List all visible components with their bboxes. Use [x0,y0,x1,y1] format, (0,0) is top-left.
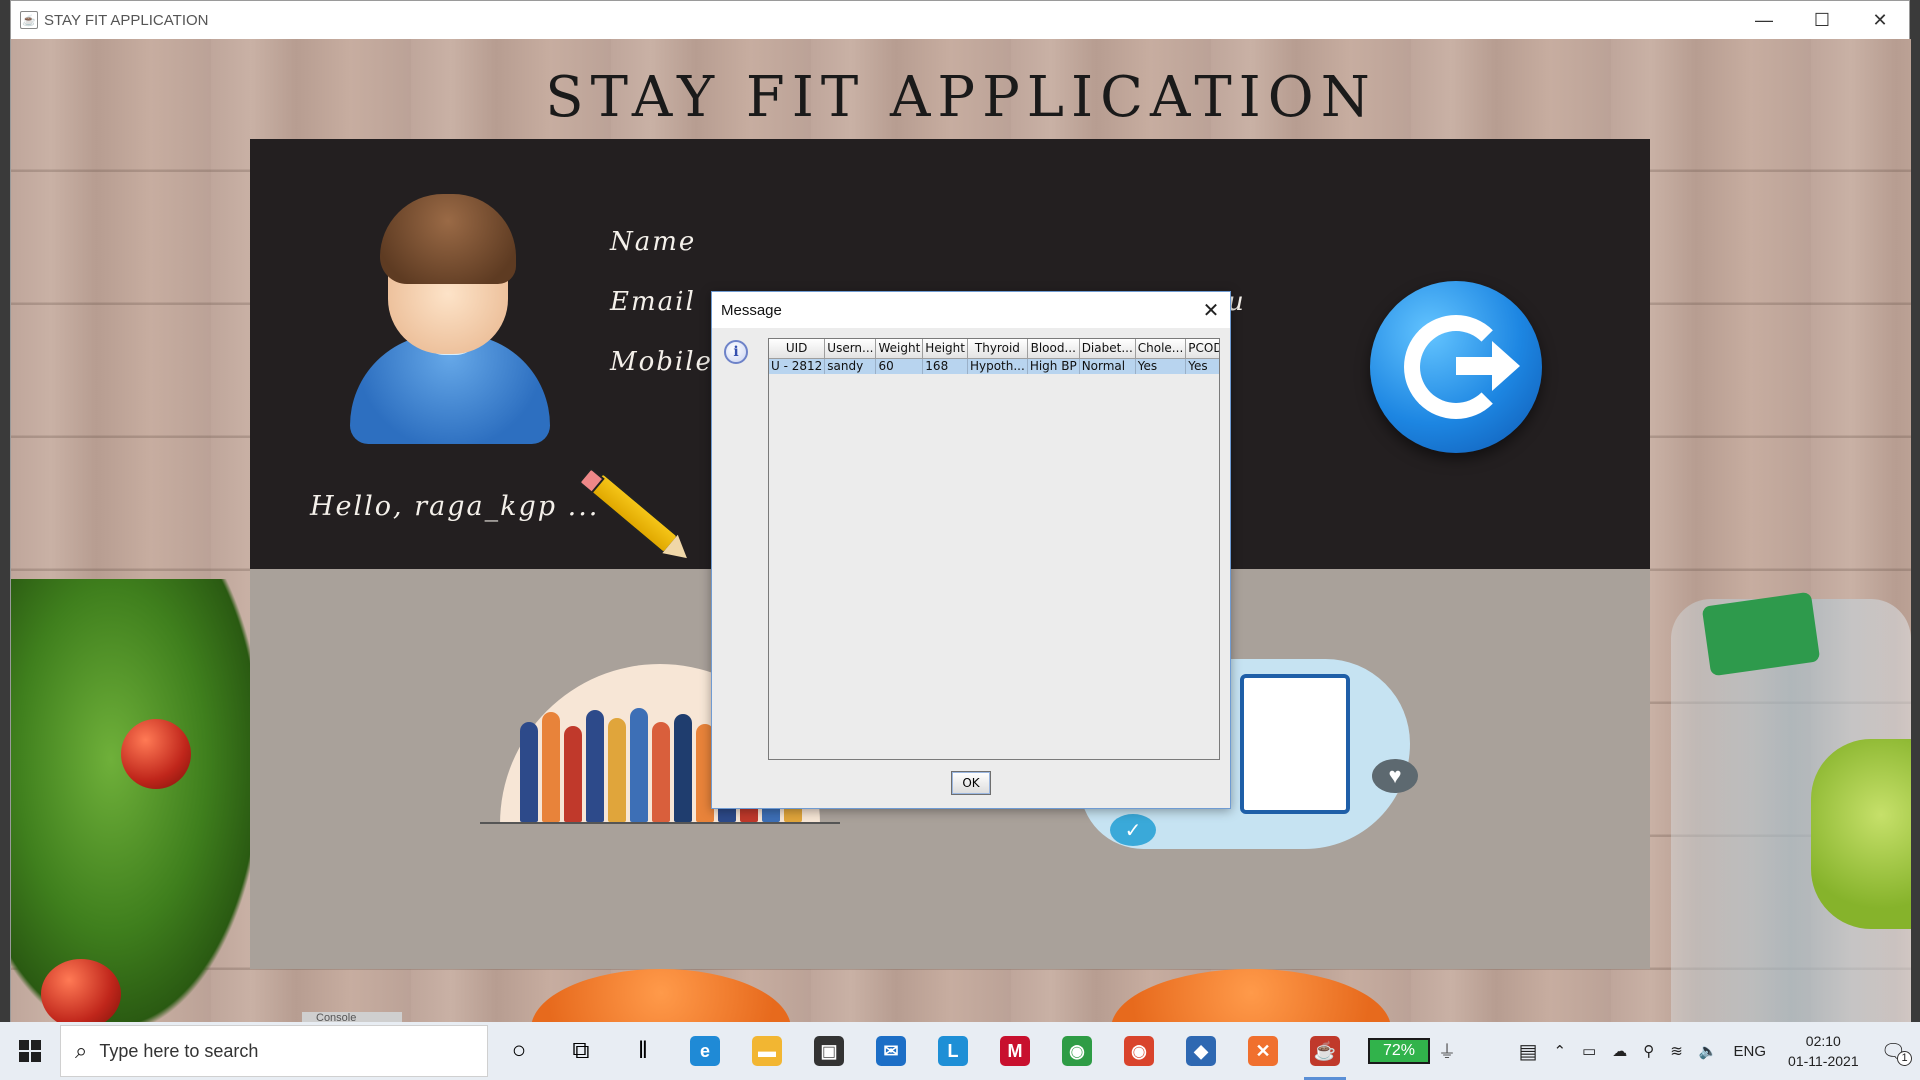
search-placeholder: Type here to search [99,1040,259,1061]
clock[interactable]: 02:10 01-11-2021 [1788,1031,1859,1071]
check-icon: ✓ [1110,814,1156,846]
wifi-icon[interactable]: ≋ [1670,1042,1683,1060]
dialog-close-button[interactable]: ✕ [1192,292,1230,328]
news-widget-icon[interactable]: ▤ [1519,1039,1538,1064]
table-cell[interactable]: Yes [1135,358,1187,374]
heart-icon: ♥ [1372,759,1418,793]
l-app-icon[interactable]: L [922,1022,984,1080]
window-title: STAY FIT APPLICATION [44,11,209,29]
table-cell[interactable]: U - 2812 [769,358,826,374]
taskbar: ⌕ Type here to search ○ ⧉ ‖ e ▬ ▣ ✉ L M ◉ ◉ ◆ ✕ ☕ 72%… [0,1022,1920,1080]
file-explorer-icon-glyph: ▬ [752,1036,782,1066]
java-app-icon: ☕ [20,11,38,29]
app-window: ☕ STAY FIT APPLICATION — ☐ ✕ STAY FIT AP… [10,0,1911,1022]
greeting-text: Hello, raga_kgp ... [310,491,600,522]
start-button[interactable] [0,1022,60,1080]
salad-decoration [11,579,261,1022]
file-explorer-icon[interactable]: ▬ [736,1022,798,1080]
store-icon[interactable]: ▣ [798,1022,860,1080]
windows-icon [19,1040,41,1062]
meet-now-icon[interactable]: ▭ [1582,1042,1596,1060]
tomato-decoration [41,959,121,1022]
column-header[interactable]: PCOD [1185,339,1219,359]
mcafee-icon[interactable]: M [984,1022,1046,1080]
close-button[interactable]: ✕ [1851,1,1909,39]
chrome-profile-icon-glyph: ◉ [1124,1036,1154,1066]
java-icon-glyph: ☕ [1310,1036,1340,1066]
maximize-button[interactable]: ☐ [1793,1,1851,39]
message-dialog: Message ✕ i UID Usern... Weight Height T… [711,291,1231,809]
taskbar-search[interactable]: ⌕ Type here to search [60,1025,488,1077]
minimize-button[interactable]: — [1735,1,1793,39]
show-hidden-icons-icon[interactable]: ⌃ [1553,1042,1566,1060]
store-icon-glyph: ▣ [814,1036,844,1066]
apple-decoration [1811,739,1911,929]
dialog-title: Message [712,292,1230,328]
tomato-decoration [121,719,191,789]
onedrive-icon[interactable]: ☁ [1612,1042,1627,1060]
clock-time: 02:10 [1805,1033,1841,1049]
java-icon[interactable]: ☕ [1294,1022,1356,1080]
mail-icon[interactable]: ✉ [860,1022,922,1080]
search-icon: ⌕ [75,1038,88,1063]
mobile-label: Mobile [610,347,713,377]
table-cell[interactable]: Normal [1079,358,1136,374]
table-cell[interactable]: 168 [922,358,968,374]
table-cell[interactable]: sandy [824,358,877,374]
l-app-icon-glyph: L [938,1036,968,1066]
cortana-icon[interactable]: ○ [488,1022,550,1080]
clipboard-icon [1240,674,1350,814]
column-header[interactable]: Weight [875,339,924,359]
column-header[interactable]: Thyroid [967,339,1028,359]
separator-icon[interactable]: ‖ [612,1022,674,1080]
app-content: STAY FIT APPLICATION Name Email Mobile u… [11,39,1911,1022]
volume-icon[interactable]: 🔈 [1699,1042,1718,1060]
orange-decoration [1111,969,1391,1022]
network-icon[interactable]: ⚲ [1643,1042,1654,1060]
mail-icon-glyph: ✉ [876,1036,906,1066]
column-header[interactable]: UID [769,339,826,359]
edge-icon[interactable]: e [674,1022,736,1080]
edit-pencil-icon[interactable] [587,471,680,555]
column-header[interactable]: Blood... [1027,339,1080,359]
virtualbox-icon[interactable]: ◆ [1170,1022,1232,1080]
xampp-icon[interactable]: ✕ [1232,1022,1294,1080]
table-cell[interactable]: Hypoth... [967,358,1028,374]
ok-button[interactable]: OK [951,771,991,795]
table-cell[interactable]: Yes [1185,358,1219,374]
mcafee-icon-glyph: M [1000,1036,1030,1066]
user-avatar [350,194,550,444]
battery-indicator[interactable]: 72% [1368,1038,1430,1064]
power-plug-icon: ⏚ [1438,1042,1456,1062]
xampp-icon-glyph: ✕ [1248,1036,1278,1066]
email-label: Email [610,287,696,317]
clock-date: 01-11-2021 [1788,1053,1859,1069]
task-view-icon[interactable]: ⧉ [550,1022,612,1080]
title-bar: ☕ STAY FIT APPLICATION — ☐ ✕ [11,1,1909,39]
table-header-row: UID Usern... Weight Height Thyroid Blood… [769,339,1219,359]
table-row[interactable]: U - 2812 sandy 60 168 Hypoth... High BP … [769,358,1219,374]
system-tray: ▤ ⌃ ▭ ☁ ⚲ ≋ 🔈 ENG 02:10 01-11-2021 🗨 1 [1511,1022,1920,1080]
logout-button[interactable] [1370,281,1542,453]
column-header[interactable]: Chole... [1135,339,1187,359]
virtualbox-icon-glyph: ◆ [1186,1036,1216,1066]
health-records-table[interactable]: UID Usern... Weight Height Thyroid Blood… [768,338,1220,760]
info-icon: i [724,340,748,364]
edge-icon-glyph: e [690,1036,720,1066]
column-header[interactable]: Height [922,339,968,359]
pinned-apps: ○ ⧉ ‖ e ▬ ▣ ✉ L M ◉ ◉ ◆ ✕ ☕ [488,1022,1356,1080]
table-cell[interactable]: High BP [1027,358,1080,374]
column-header[interactable]: Diabet... [1079,339,1136,359]
name-label: Name [610,227,697,257]
chrome-icon-glyph: ◉ [1062,1036,1092,1066]
chrome-profile-icon[interactable]: ◉ [1108,1022,1170,1080]
orange-decoration [531,969,791,1022]
notification-count: 1 [1897,1050,1912,1066]
notification-icon[interactable]: 🗨 1 [1881,1039,1912,1066]
table-cell[interactable]: 60 [875,358,924,374]
app-heading: STAY FIT APPLICATION [545,65,1377,130]
language-indicator[interactable]: ENG [1734,1043,1767,1060]
column-header[interactable]: Usern... [824,339,877,359]
chrome-icon[interactable]: ◉ [1046,1022,1108,1080]
